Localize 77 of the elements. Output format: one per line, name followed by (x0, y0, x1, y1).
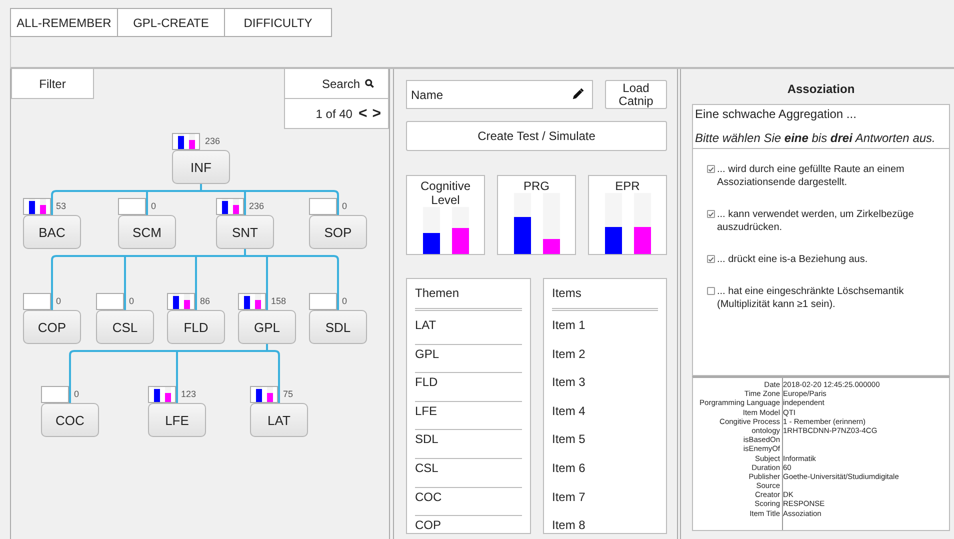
list-item[interactable]: Item 6 (552, 458, 658, 488)
list-item[interactable]: Item 4 (552, 402, 658, 430)
node-count: 0 (151, 201, 156, 211)
node-count: 0 (56, 296, 62, 306)
mini-chart (41, 386, 69, 403)
node-count: 0 (129, 296, 134, 306)
create-button[interactable]: Create Test / Simulate (406, 121, 667, 151)
list-item[interactable]: Item 1 (552, 316, 658, 345)
node-count: 0 (342, 201, 348, 211)
pencil-icon (571, 88, 584, 101)
chart-title: EPR (614, 178, 641, 193)
answer-text: ... hat eine eingeschränkte Löschsemantik (Multiplizität kann ≥1 sein). (717, 285, 905, 311)
question-text: Eine schwache Aggregation ... (695, 107, 858, 123)
answer-text: ... drückt eine is-a Beziehung aus. (717, 253, 868, 266)
mini-chart (309, 198, 337, 215)
tree-node[interactable]: GPL (238, 310, 296, 344)
previous-button[interactable]: < (357, 106, 368, 121)
chart-title: PRG (522, 178, 550, 193)
tree-node[interactable]: LFE (148, 403, 206, 437)
mini-chart (309, 293, 337, 310)
chart-title: Cognitive Level (419, 178, 472, 207)
list-item[interactable]: Item 8 (552, 516, 658, 533)
tree-node[interactable]: INF (172, 150, 230, 184)
node-count: 123 (181, 389, 196, 399)
tab[interactable]: GPL-CREATE (117, 8, 225, 37)
tree-node[interactable]: CSL (96, 310, 154, 344)
next-button[interactable]: > (371, 106, 382, 121)
tree-node[interactable]: SOP (309, 215, 367, 249)
checkbox[interactable] (707, 210, 715, 218)
list-item[interactable]: COP (415, 516, 522, 533)
list-item[interactable]: Item 2 (552, 344, 658, 374)
search-button[interactable]: Search (284, 69, 389, 99)
tree-node[interactable]: COC (41, 403, 99, 437)
list-item[interactable]: Item 5 (552, 430, 658, 459)
node-count: 236 (249, 201, 264, 211)
node-count: 0 (74, 389, 80, 399)
list-header: Themen (415, 283, 522, 311)
search-icon (365, 79, 374, 88)
checkbox[interactable] (707, 165, 715, 173)
tree-node[interactable]: LAT (250, 403, 308, 437)
list-item[interactable]: COC (415, 488, 522, 516)
mini-chart (23, 293, 51, 310)
checkbox[interactable] (707, 255, 715, 263)
list-item[interactable]: GPL (415, 344, 522, 374)
tree-node[interactable]: BAC (23, 215, 81, 249)
tab[interactable]: DIFFICULTY (224, 8, 332, 37)
tree-node[interactable]: SDL (309, 310, 367, 344)
load-button[interactable]: Load Catnip (605, 80, 667, 109)
list-item[interactable]: CSL (415, 458, 522, 488)
answer-text: ... wird durch eine gefüllte Raute an einem Assoziationsende dargestellt. (717, 163, 906, 189)
tree-node[interactable]: FLD (167, 310, 225, 344)
node-count: 236 (205, 136, 220, 146)
list-item[interactable]: Item 3 (552, 373, 658, 402)
page-count: 1 of 40 (316, 106, 352, 120)
list-item[interactable]: FLD (415, 373, 522, 402)
filter-button[interactable]: Filter (11, 69, 94, 99)
checkbox[interactable] (707, 287, 715, 295)
tree-node[interactable]: SCM (118, 215, 176, 249)
node-count: 158 (271, 296, 286, 306)
mini-chart (118, 198, 146, 215)
list-item[interactable]: SDL (415, 430, 522, 459)
node-count: 86 (200, 296, 210, 306)
list-item[interactable]: LAT (415, 316, 522, 345)
name-field[interactable]: Name (406, 80, 593, 109)
mini-chart (96, 293, 124, 310)
list-header: Items (552, 283, 658, 311)
tree-node[interactable]: COP (23, 310, 81, 344)
node-count: 75 (283, 389, 294, 399)
list-item[interactable]: Item 7 (552, 488, 658, 516)
tree-node[interactable]: SNT (216, 215, 274, 249)
node-count: 0 (342, 296, 348, 306)
item-title: Assoziation (786, 81, 856, 98)
answer-text: ... kann verwendet werden, um Zirkelbezüge auszudrücken. (717, 208, 915, 234)
node-count: 53 (56, 201, 66, 211)
instruction-text: Bitte wählen Sie eine bis drei Antworten aus. (695, 131, 936, 147)
list-item[interactable]: LFE (415, 402, 522, 430)
tab[interactable]: ALL-REMEMBER (10, 8, 118, 37)
